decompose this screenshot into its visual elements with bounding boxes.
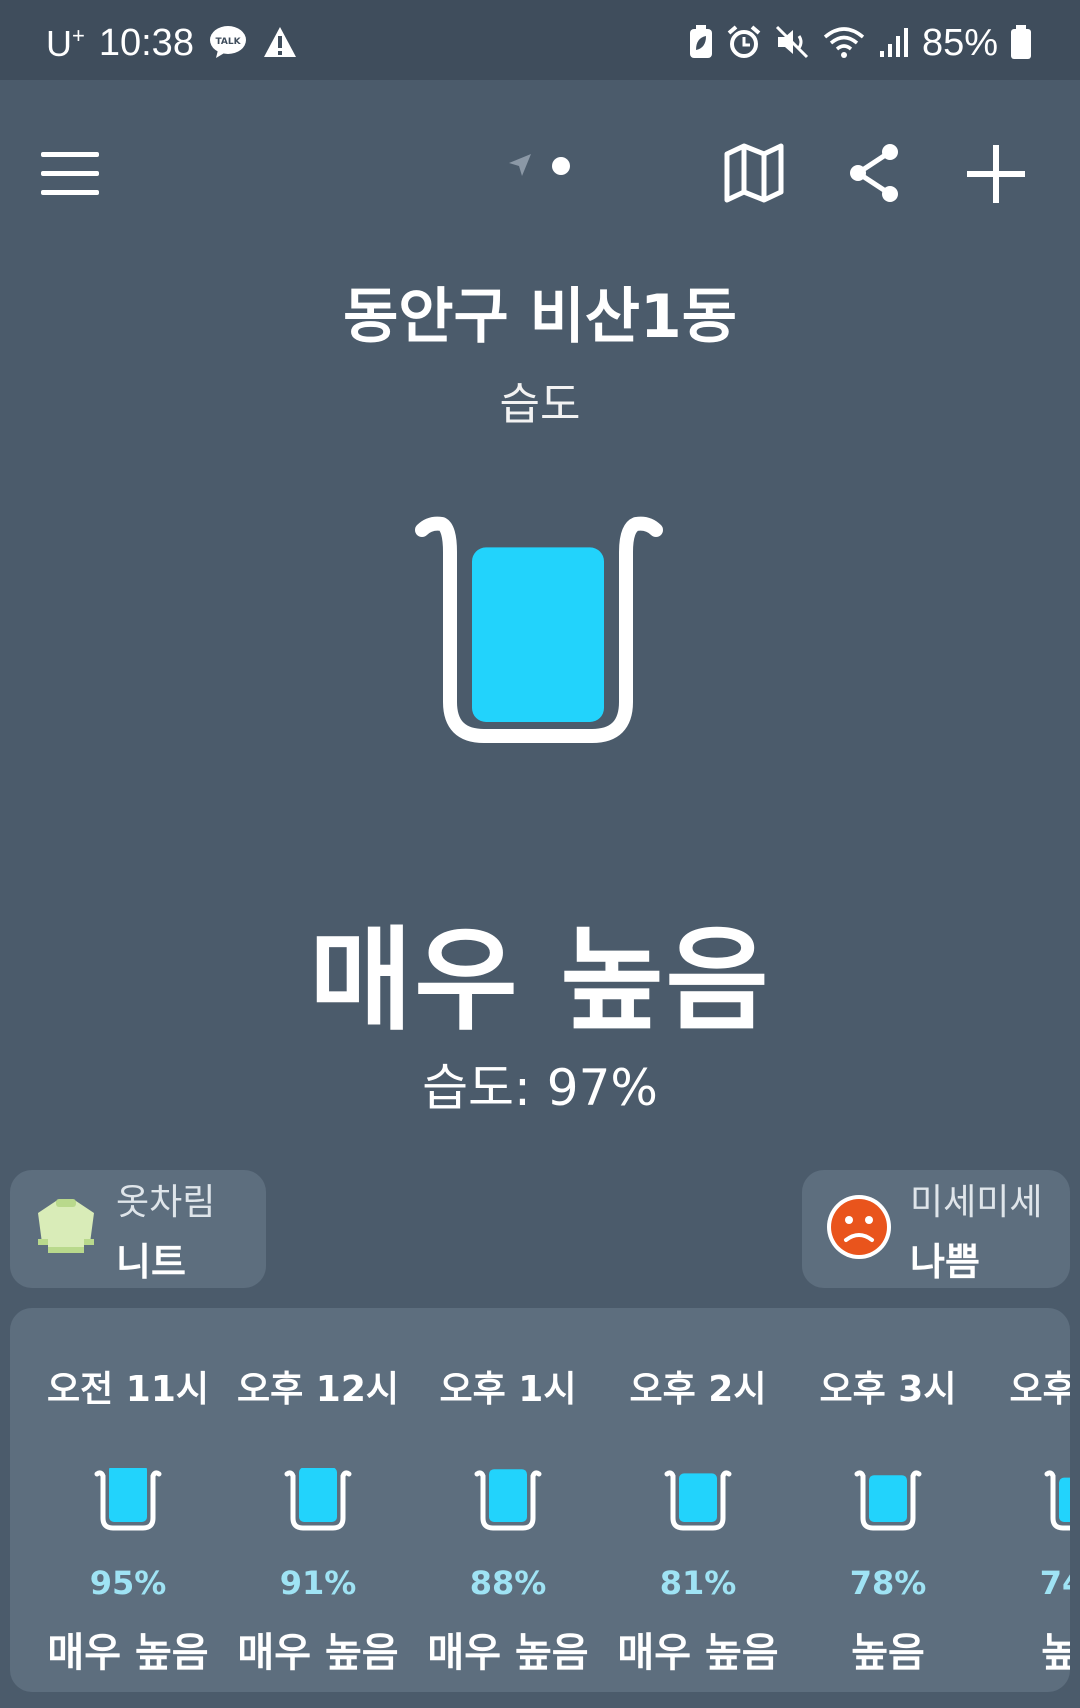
- svg-text:TALK: TALK: [215, 37, 241, 47]
- clothing-label: 옷차림: [116, 1181, 216, 1223]
- dust-chip[interactable]: 미세미세 나쁨: [802, 1170, 1070, 1288]
- hourly-forecast[interactable]: 오전 11시 95% 매우 높음 오후 12시 91% 매우 높음 오후 1시 …: [10, 1308, 1070, 1692]
- hourly-status: 매우 높음: [47, 1630, 209, 1676]
- clothing-chip[interactable]: 옷차림 니트: [10, 1170, 266, 1288]
- clothing-value: 니트: [116, 1239, 186, 1284]
- location-arrow-icon: [505, 150, 535, 180]
- hourly-item: 오전 11시 95% 매우 높음: [33, 1308, 223, 1692]
- humidity-value: 습도: 97%: [422, 1059, 658, 1117]
- hourly-percent: 74%: [1039, 1564, 1070, 1602]
- battery-percentage: 85%: [921, 22, 998, 64]
- hourly-status: 높음: [851, 1630, 925, 1676]
- carrier-label: U+: [46, 22, 85, 64]
- hourly-percent: 78%: [849, 1564, 927, 1602]
- hourly-percent: 81%: [659, 1564, 737, 1602]
- hourly-time: 오전 11시: [47, 1369, 209, 1410]
- alarm-icon: [726, 24, 762, 64]
- hourly-time: 오후 12시: [237, 1369, 399, 1410]
- hourly-status: 매우 높음: [617, 1630, 779, 1676]
- location-title: 동안구 비산1동: [343, 282, 737, 352]
- clock: 10:38: [98, 22, 194, 64]
- small-beaker-icon: [473, 1468, 543, 1538]
- hourly-status: 매우 높음: [237, 1630, 399, 1676]
- hourly-time: 오후 1시: [439, 1369, 577, 1410]
- clothing-chip-text: 옷차림 니트: [116, 1173, 215, 1286]
- hourly-time: 오후 2시: [629, 1369, 767, 1410]
- small-beaker-icon: [663, 1468, 733, 1538]
- hourly-status: 매우 높음: [427, 1630, 589, 1676]
- humidity-beaker-icon: [414, 512, 664, 756]
- signal-icon: [878, 25, 910, 63]
- hourly-item: 오후 1시 88% 매우 높음: [413, 1308, 603, 1692]
- kakaotalk-icon: TALK: [208, 24, 248, 64]
- page-subtitle: 습도: [499, 379, 581, 430]
- hourly-status: 높음: [1041, 1630, 1070, 1676]
- warning-icon: [262, 25, 298, 63]
- hourly-percent: 91%: [279, 1564, 357, 1602]
- hourly-item: 오후 3시 78% 높음: [793, 1308, 983, 1692]
- hourly-item: 오후 4시 74% 높음: [983, 1308, 1070, 1692]
- page-dot-icon: [549, 154, 573, 178]
- hourly-time: 오후 4시: [1009, 1369, 1070, 1410]
- small-beaker-icon: [283, 1467, 353, 1538]
- hourly-item: 오후 2시 81% 매우 높음: [603, 1308, 793, 1692]
- mute-icon: [774, 24, 810, 64]
- sweater-icon: [34, 1197, 98, 1261]
- humidity-status: 매우 높음: [309, 916, 771, 1046]
- dust-label: 미세미세: [910, 1181, 1043, 1223]
- hourly-percent: 88%: [469, 1564, 547, 1602]
- battery-saver-icon: [688, 24, 714, 64]
- share-icon[interactable]: [844, 140, 904, 206]
- menu-icon[interactable]: [38, 142, 102, 206]
- add-icon[interactable]: [964, 142, 1028, 206]
- humidity-beaker-fill: [472, 547, 604, 722]
- small-beaker-icon: [93, 1465, 163, 1538]
- wifi-icon: [822, 25, 866, 63]
- dust-value: 나쁨: [910, 1239, 980, 1284]
- map-icon[interactable]: [722, 140, 786, 206]
- sad-face-icon: [826, 1194, 892, 1264]
- status-right: 85%: [688, 22, 1032, 65]
- small-beaker-icon: [1043, 1468, 1070, 1538]
- toolbar: [0, 130, 1080, 220]
- hourly-percent: 95%: [89, 1564, 167, 1602]
- status-left: U+ 10:38 TALK: [46, 22, 298, 65]
- status-bar: U+ 10:38 TALK 85%: [0, 0, 1080, 80]
- dust-chip-text: 미세미세 나쁨: [910, 1173, 1042, 1286]
- battery-icon: [1010, 24, 1032, 64]
- small-beaker-icon: [853, 1468, 923, 1538]
- hourly-item: 오후 12시 91% 매우 높음: [223, 1308, 413, 1692]
- hourly-time: 오후 3시: [819, 1369, 957, 1410]
